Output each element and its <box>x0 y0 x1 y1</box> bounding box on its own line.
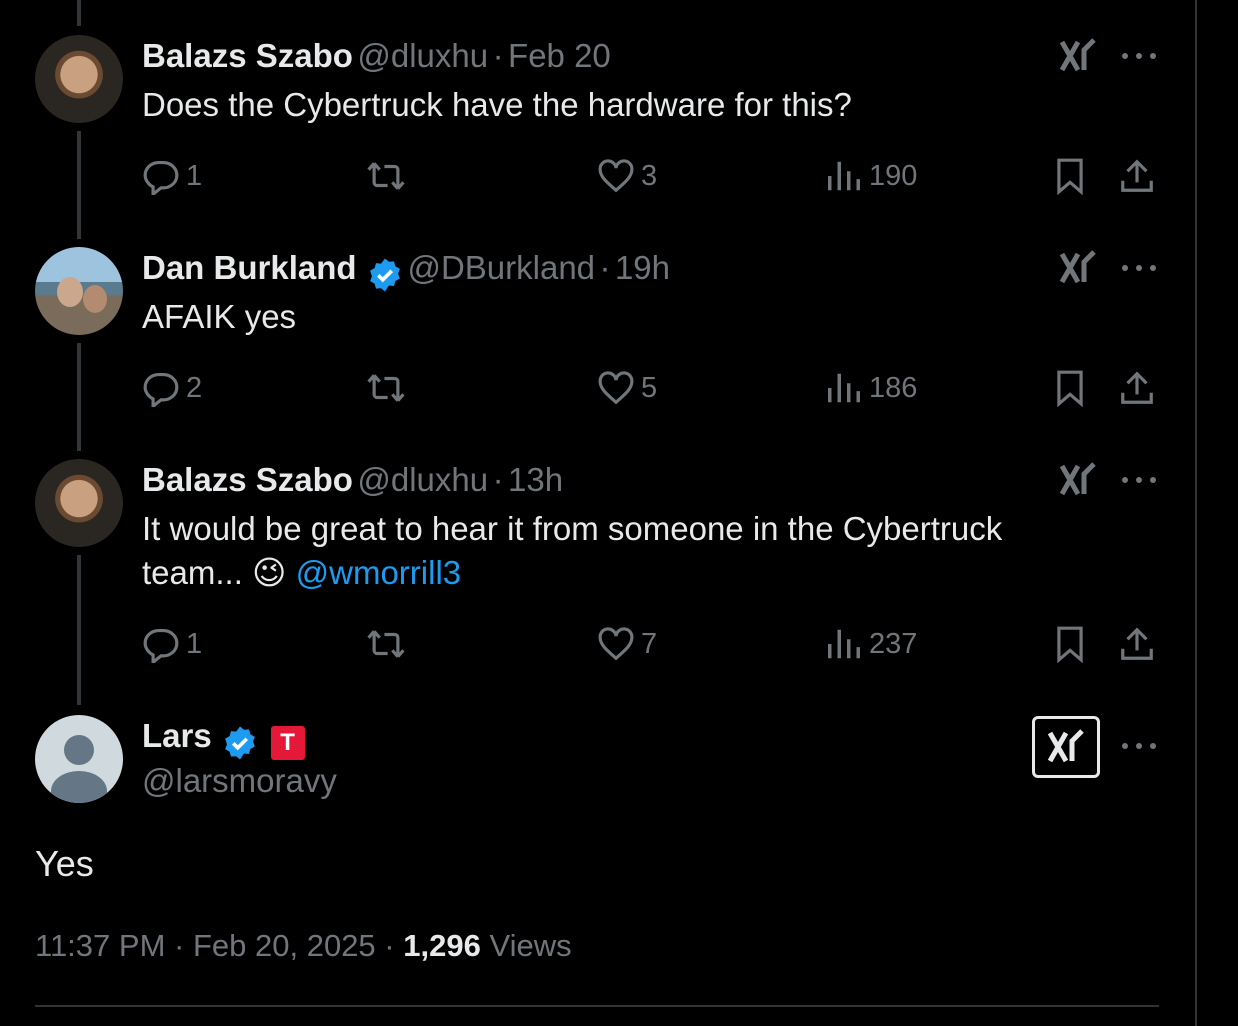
thread-line <box>77 131 81 239</box>
separator-dot: · <box>174 928 185 963</box>
share-button[interactable] <box>1118 368 1156 408</box>
more-icon[interactable] <box>1120 46 1160 66</box>
author-name[interactable]: Balazs Szabo <box>142 37 353 74</box>
analytics-icon <box>828 373 860 403</box>
tweet-meta: 11:37 PM · Feb 20, 2025 · 1,296 Views <box>35 928 572 964</box>
thread-line <box>77 343 81 451</box>
bookmark-icon <box>1057 370 1083 407</box>
tweet-text: Does the Cybertruck have the hardware fo… <box>142 86 852 123</box>
grok-button[interactable] <box>1032 716 1100 778</box>
thread-line <box>77 555 81 705</box>
tweet-text: Yes <box>35 843 94 884</box>
bookmark-button[interactable] <box>1051 368 1089 408</box>
timestamp[interactable]: 13h <box>508 461 563 498</box>
reply-button[interactable]: 1 <box>142 156 202 196</box>
more-icon[interactable] <box>1120 736 1160 756</box>
retweet-button[interactable] <box>367 156 405 196</box>
retweet-button[interactable] <box>367 368 405 408</box>
share-icon <box>1121 159 1153 192</box>
tweet-date[interactable]: Feb 20, 2025 <box>193 928 376 963</box>
tesla-affiliate-badge[interactable]: T <box>270 725 305 760</box>
bookmark-icon <box>1057 626 1083 663</box>
retweet-icon <box>367 162 405 190</box>
tweet-text-line: It would be great to hear it from someon… <box>142 510 1003 547</box>
author-handle[interactable]: @dluxhu <box>357 461 488 498</box>
avatar[interactable] <box>35 715 123 803</box>
avatar[interactable] <box>35 247 123 335</box>
share-button[interactable] <box>1118 156 1156 196</box>
like-count: 7 <box>641 627 658 660</box>
views-count: 1,296 <box>403 928 481 963</box>
views-button[interactable]: 190 <box>825 156 917 196</box>
verified-badge-icon <box>370 258 400 292</box>
mention-link[interactable]: @wmorrill3 <box>296 554 462 591</box>
view-count: 190 <box>869 159 918 192</box>
reply-icon <box>143 372 179 407</box>
views-label: Views <box>489 928 572 963</box>
wink-emoji: 😉 <box>252 554 287 591</box>
reply-icon <box>143 628 179 663</box>
reply-count: 2 <box>186 371 203 404</box>
bookmark-button[interactable] <box>1051 156 1089 196</box>
timestamp[interactable]: Feb 20 <box>508 37 611 74</box>
tweet-time[interactable]: 11:37 PM <box>35 928 165 963</box>
views-button[interactable]: 237 <box>825 624 917 664</box>
reply-button[interactable]: 1 <box>142 624 202 664</box>
heart-icon <box>598 627 634 661</box>
like-button[interactable]: 7 <box>597 624 657 664</box>
retweet-icon <box>367 374 405 402</box>
like-button[interactable]: 5 <box>597 368 657 408</box>
avatar[interactable] <box>35 459 123 547</box>
share-button[interactable] <box>1118 624 1156 664</box>
grok-icon[interactable] <box>1058 248 1098 288</box>
separator-dot: · <box>492 461 504 498</box>
like-button[interactable]: 3 <box>597 156 657 196</box>
author-name[interactable]: Balazs Szabo <box>142 461 353 498</box>
view-count: 237 <box>869 627 918 660</box>
column-border <box>1195 0 1197 1026</box>
views-button[interactable]: 186 <box>825 368 917 408</box>
separator-dot: · <box>599 249 611 286</box>
author-name[interactable]: Dan Burkland <box>142 249 357 286</box>
separator-dot: · <box>384 928 395 963</box>
tweet-text-line: team... <box>142 554 253 591</box>
verified-badge-icon <box>225 726 256 760</box>
reply-icon <box>143 160 179 195</box>
author-handle[interactable]: @dluxhu <box>357 37 488 74</box>
tweet-text: AFAIK yes <box>142 298 297 335</box>
retweet-button[interactable] <box>367 624 405 664</box>
author-name[interactable]: Lars <box>142 717 212 754</box>
reply-button[interactable]: 2 <box>142 368 202 408</box>
separator-dot: · <box>492 37 504 74</box>
tweet-text: It would be great to hear it from someon… <box>142 507 1002 595</box>
retweet-icon <box>367 630 405 658</box>
share-icon <box>1121 627 1153 660</box>
grok-icon[interactable] <box>1058 460 1098 500</box>
more-icon[interactable] <box>1120 470 1160 490</box>
more-icon[interactable] <box>1120 258 1160 278</box>
author-handle[interactable]: @DBurkland <box>407 249 595 286</box>
share-icon <box>1121 371 1153 404</box>
reply-count: 1 <box>186 627 203 660</box>
bookmark-icon <box>1057 158 1083 195</box>
analytics-icon <box>828 161 860 191</box>
view-count: 186 <box>869 371 918 404</box>
heart-icon <box>598 371 634 405</box>
heart-icon <box>598 159 634 193</box>
analytics-icon <box>828 629 860 659</box>
reply-count: 1 <box>186 159 203 192</box>
bookmark-button[interactable] <box>1051 624 1089 664</box>
thread-line <box>77 0 81 26</box>
avatar[interactable] <box>35 35 123 123</box>
like-count: 5 <box>641 371 658 404</box>
author-handle[interactable]: @larsmoravy <box>142 762 337 800</box>
timestamp[interactable]: 19h <box>615 249 670 286</box>
grok-icon[interactable] <box>1058 36 1098 76</box>
like-count: 3 <box>641 159 658 192</box>
divider <box>35 1005 1159 1007</box>
grok-icon <box>1047 729 1084 763</box>
